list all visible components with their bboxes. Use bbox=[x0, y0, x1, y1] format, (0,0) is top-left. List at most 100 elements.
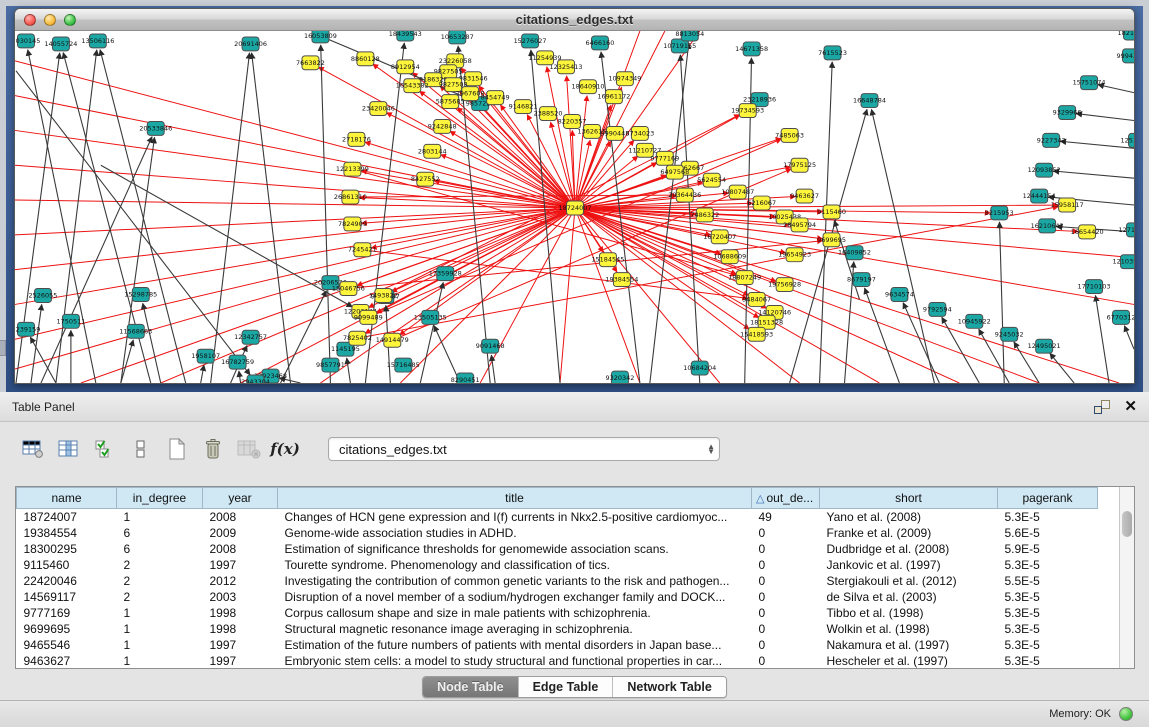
graph-node[interactable]: 8290451 bbox=[451, 373, 480, 383]
tab-network-table[interactable]: Network Table bbox=[612, 677, 726, 697]
cell[interactable]: 18724007 bbox=[17, 509, 117, 525]
graph-node[interactable]: 9091468 bbox=[476, 339, 505, 353]
graph-node[interactable]: 12213399 bbox=[336, 162, 369, 176]
cell[interactable]: 5.6E-5 bbox=[998, 525, 1098, 541]
table-row[interactable]: 1456911722003Disruption of a novel membe… bbox=[17, 589, 1098, 605]
graph-node[interactable]: 19384554 bbox=[605, 273, 638, 287]
column-header-pagerank[interactable]: pagerank bbox=[998, 488, 1098, 509]
graph-node[interactable]: 10653287 bbox=[441, 31, 474, 44]
graph-node[interactable]: 19756928 bbox=[768, 278, 801, 292]
cell[interactable]: 19384554 bbox=[17, 525, 117, 541]
table-select-combo[interactable]: citations_edges.txt ▲▼ bbox=[328, 437, 720, 461]
graph-node[interactable]: 12514451 bbox=[1120, 133, 1134, 147]
graph-node[interactable]: 8860128 bbox=[351, 52, 380, 66]
cell[interactable]: 0 bbox=[752, 621, 820, 637]
graph-node[interactable]: 15716485 bbox=[387, 358, 420, 372]
column-header-year[interactable]: year bbox=[203, 488, 278, 509]
graph-node[interactable]: 16961172 bbox=[597, 90, 630, 104]
network-window[interactable]: citations_edges.txt 20301451405572413506… bbox=[14, 8, 1135, 384]
graph-node[interactable]: 9634574 bbox=[885, 288, 914, 302]
cell[interactable]: Hescheler et al. (1997) bbox=[820, 653, 998, 669]
table-row[interactable]: 1830029562008Estimation of significance … bbox=[17, 541, 1098, 557]
delete-column-icon[interactable] bbox=[198, 434, 228, 464]
cell[interactable]: Tourette syndrome. Phenomenology and cla… bbox=[278, 557, 752, 573]
cell[interactable]: 5.3E-5 bbox=[998, 621, 1098, 637]
graph-node[interactable]: 19734593 bbox=[731, 104, 764, 118]
cell[interactable]: 2012 bbox=[203, 573, 278, 589]
graph-node[interactable]: 9242848 bbox=[428, 119, 457, 133]
table-row[interactable]: 911546021997Tourette syndrome. Phenomeno… bbox=[17, 557, 1098, 573]
cell[interactable]: 0 bbox=[752, 541, 820, 557]
graph-node[interactable]: 16409852 bbox=[838, 246, 871, 260]
graph-node[interactable]: 8679197 bbox=[847, 273, 876, 287]
cell[interactable]: 0 bbox=[752, 637, 820, 653]
table-row[interactable]: 946554611997Estimation of the future num… bbox=[17, 637, 1098, 653]
graph-node[interactable]: 6466160 bbox=[586, 36, 615, 50]
graph-node[interactable]: 7663822 bbox=[296, 56, 325, 70]
graph-node[interactable]: 9227342 bbox=[1037, 133, 1066, 147]
graph-node[interactable]: 7615523 bbox=[818, 46, 847, 60]
table-row[interactable]: 946362711997Embryonic stem cells: a mode… bbox=[17, 653, 1098, 669]
zoom-window-button[interactable] bbox=[64, 14, 76, 26]
cell[interactable]: 5.3E-5 bbox=[998, 509, 1098, 525]
cell[interactable]: Investigating the contribution of common… bbox=[278, 573, 752, 589]
cell[interactable]: 9465546 bbox=[17, 637, 117, 653]
table-vertical-scrollbar[interactable] bbox=[1119, 487, 1134, 668]
column-header-short[interactable]: short bbox=[820, 488, 998, 509]
graph-node[interactable]: 7824909 bbox=[338, 217, 367, 231]
graph-node[interactable]: 15751074 bbox=[1073, 76, 1106, 90]
cell[interactable]: 2 bbox=[117, 589, 203, 605]
graph-node[interactable]: 12342757 bbox=[234, 330, 267, 344]
cell[interactable]: 2003 bbox=[203, 589, 278, 605]
table-row[interactable]: 969969511998Structural magnetic resonanc… bbox=[17, 621, 1098, 637]
cell[interactable]: 1 bbox=[117, 621, 203, 637]
cell[interactable]: 0 bbox=[752, 573, 820, 589]
cell[interactable]: Disruption of a novel member of a sodium… bbox=[278, 589, 752, 605]
cell[interactable]: Estimation of significance thresholds fo… bbox=[278, 541, 752, 557]
graph-node[interactable]: 9115460 bbox=[817, 205, 846, 219]
graph-node[interactable]: 5624554 bbox=[697, 173, 726, 187]
cell[interactable]: 6 bbox=[117, 525, 203, 541]
cell[interactable]: 5.3E-5 bbox=[998, 557, 1098, 573]
graph-node[interactable]: 2718176 bbox=[342, 132, 371, 146]
cell[interactable]: 0 bbox=[752, 525, 820, 541]
table-row[interactable]: 1872400712008Changes of HCN gene express… bbox=[17, 509, 1098, 525]
graph-node[interactable]: 16648784 bbox=[853, 94, 886, 108]
graph-node[interactable]: 9792594 bbox=[923, 302, 952, 316]
graph-node[interactable]: 6770312 bbox=[1107, 310, 1134, 324]
scrollbar-thumb[interactable] bbox=[1122, 511, 1132, 537]
cell[interactable]: 2 bbox=[117, 557, 203, 573]
cell[interactable]: 6 bbox=[117, 541, 203, 557]
graph-node[interactable]: 8912954 bbox=[391, 60, 420, 74]
cell[interactable]: de Silva et al. (2003) bbox=[820, 589, 998, 605]
graph-node[interactable]: 16654420 bbox=[1071, 225, 1104, 239]
cell[interactable]: 1 bbox=[117, 509, 203, 525]
graph-node[interactable]: 18807249 bbox=[728, 271, 761, 285]
graph-node[interactable]: 14914479 bbox=[376, 333, 409, 347]
graph-node[interactable]: 9329966 bbox=[1053, 106, 1082, 120]
cell[interactable]: 9115460 bbox=[17, 557, 117, 573]
table-settings-icon[interactable] bbox=[18, 434, 48, 464]
cell[interactable]: 22420046 bbox=[17, 573, 117, 589]
cell[interactable]: Wolkin et al. (1998) bbox=[820, 621, 998, 637]
cell[interactable]: 9463627 bbox=[17, 653, 117, 669]
graph-node[interactable]: 12325413 bbox=[550, 60, 583, 74]
close-panel-icon[interactable]: ✕ bbox=[1124, 400, 1137, 414]
graph-node[interactable]: 9463627 bbox=[790, 189, 819, 203]
cell[interactable]: 1998 bbox=[203, 621, 278, 637]
graph-node[interactable]: 9994325 bbox=[1117, 49, 1134, 63]
graph-node[interactable]: 1821243 bbox=[1118, 31, 1134, 40]
select-columns-icon[interactable] bbox=[90, 434, 120, 464]
cell[interactable]: Jankovic et al. (1997) bbox=[820, 557, 998, 573]
cell[interactable]: Embryonic stem cells: a model to study s… bbox=[278, 653, 752, 669]
graph-node[interactable]: 14055724 bbox=[44, 37, 77, 51]
graph-node[interactable]: 9099489 bbox=[354, 310, 383, 324]
graph-node[interactable]: 15276027 bbox=[514, 34, 547, 48]
graph-node[interactable]: 10945922 bbox=[958, 314, 991, 328]
graph-node[interactable]: 1958107 bbox=[191, 349, 220, 363]
cell[interactable]: 5.5E-5 bbox=[998, 573, 1098, 589]
cell[interactable]: 14569117 bbox=[17, 589, 117, 605]
cell[interactable]: 0 bbox=[752, 557, 820, 573]
graph-node[interactable]: 2803144 bbox=[418, 144, 447, 158]
function-builder-icon[interactable]: f(x) bbox=[270, 434, 300, 464]
